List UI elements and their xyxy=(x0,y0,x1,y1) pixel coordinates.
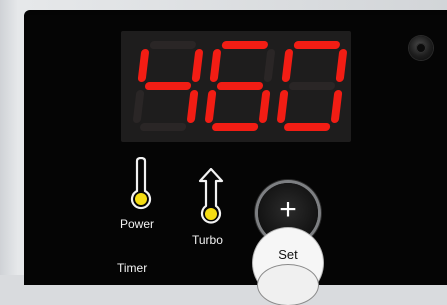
segment-e xyxy=(133,90,145,123)
turbo-label: Turbo xyxy=(192,233,223,247)
segment-c xyxy=(331,90,343,123)
segment-b xyxy=(335,49,347,82)
power-indicator xyxy=(129,156,153,218)
segment-f xyxy=(137,49,149,82)
segment-f xyxy=(209,49,221,82)
segment-c xyxy=(259,90,271,123)
segment-f xyxy=(281,49,293,82)
set-label: Set xyxy=(278,247,298,262)
seven-segment-readout xyxy=(133,41,347,131)
power-label: Power xyxy=(120,217,155,231)
segment-c xyxy=(187,90,199,123)
segment-e xyxy=(205,90,217,123)
temperature-display xyxy=(121,31,351,142)
screw-icon xyxy=(409,36,433,60)
display-digit xyxy=(277,41,347,131)
turbo-indicator xyxy=(196,167,226,231)
timer-label: Timer xyxy=(117,261,148,275)
display-digit xyxy=(133,41,203,131)
display-digit xyxy=(205,41,275,131)
segment-b xyxy=(191,49,203,82)
segment-b xyxy=(263,49,275,82)
thermometer-icon xyxy=(130,156,152,210)
minus-button[interactable] xyxy=(258,265,318,305)
segment-e xyxy=(277,90,289,123)
thermometer-up-arrow-icon xyxy=(198,167,224,224)
plus-icon: + xyxy=(279,193,297,226)
